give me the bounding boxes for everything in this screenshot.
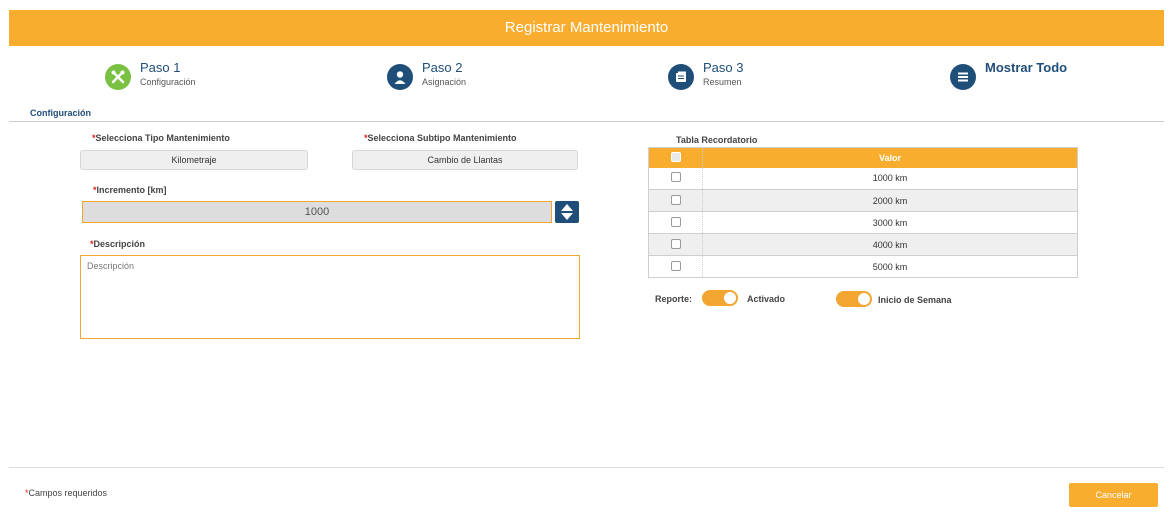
select-all-checkbox[interactable] <box>670 151 681 162</box>
footer-divider <box>9 467 1164 468</box>
cancel-button[interactable]: Cancelar <box>1069 483 1158 507</box>
reporte-label: Reporte: <box>655 294 693 304</box>
subtipo-select[interactable]: Cambio de Llantas <box>352 150 578 170</box>
toggle-knob <box>858 293 870 305</box>
row-checkbox[interactable] <box>670 194 681 205</box>
step-2-subtitle: Asignación <box>422 77 467 87</box>
reporte-toggle[interactable] <box>702 290 738 306</box>
tipo-select[interactable]: Kilometraje <box>80 150 308 170</box>
incremento-label-text: Incremento [km] <box>96 185 167 195</box>
stepper-down-icon[interactable] <box>561 213 573 220</box>
incremento-stepper[interactable] <box>555 201 579 223</box>
tipo-label-text: Selecciona Tipo Mantenimiento <box>95 133 230 143</box>
step-3-title: Paso 3 <box>703 60 744 75</box>
incremento-label: *Incremento [km] <box>93 185 167 195</box>
toggle-knob <box>724 292 736 304</box>
reminder-table: Valor 1000 km 2000 km 3000 km 4000 km 50… <box>648 147 1078 278</box>
step-2[interactable]: Paso 2 Asignación <box>387 60 466 94</box>
table-row[interactable]: 4000 km <box>648 233 1078 256</box>
row-value: 4000 km <box>702 233 1078 256</box>
table-row[interactable]: 5000 km <box>648 255 1078 278</box>
activado-label: Activado <box>747 294 786 304</box>
tipo-label: *Selecciona Tipo Mantenimiento <box>92 133 230 143</box>
section-title: Configuración <box>30 108 91 118</box>
step-2-title: Paso 2 <box>422 60 463 75</box>
section-divider <box>9 121 1164 122</box>
subtipo-label: *Selecciona Subtipo Mantenimiento <box>364 133 517 143</box>
reminder-table-title: Tabla Recordatorio <box>676 135 758 145</box>
descripcion-textarea[interactable]: Descripción <box>80 255 580 339</box>
row-value: 5000 km <box>702 255 1078 278</box>
table-row[interactable]: 3000 km <box>648 211 1078 234</box>
menu-icon <box>950 64 976 90</box>
row-checkbox[interactable] <box>670 172 681 183</box>
inicio-semana-toggle[interactable] <box>836 291 872 307</box>
select-all-cell[interactable] <box>648 147 703 168</box>
row-value: 2000 km <box>702 189 1078 212</box>
table-row[interactable]: 1000 km <box>648 167 1078 190</box>
step-3[interactable]: Paso 3 Resumen <box>668 60 743 94</box>
row-value: 3000 km <box>702 211 1078 234</box>
row-checkbox[interactable] <box>670 216 681 227</box>
column-header-valor: Valor <box>702 147 1078 168</box>
subtipo-label-text: Selecciona Subtipo Mantenimiento <box>367 133 517 143</box>
incremento-input[interactable]: 1000 <box>82 201 552 223</box>
descripcion-label: *Descripción <box>90 239 145 249</box>
required-note-text: Campos requeridos <box>28 488 108 498</box>
inicio-semana-label: Inicio de Semana <box>878 295 952 305</box>
table-row[interactable]: 2000 km <box>648 189 1078 212</box>
descripcion-label-text: Descripción <box>93 239 146 249</box>
step-1-subtitle: Configuración <box>140 77 196 87</box>
tools-icon <box>105 64 131 90</box>
user-icon <box>387 64 413 90</box>
step-1-title: Paso 1 <box>140 60 181 75</box>
step-show-all-title: Mostrar Todo <box>985 60 1068 75</box>
row-value: 1000 km <box>702 167 1078 190</box>
row-checkbox[interactable] <box>670 260 681 271</box>
dialog-title: Registrar Mantenimiento <box>9 10 1164 46</box>
row-checkbox[interactable] <box>670 238 681 249</box>
step-show-all[interactable]: Mostrar Todo <box>950 60 1067 94</box>
step-3-subtitle: Resumen <box>703 77 742 87</box>
step-1[interactable]: Paso 1 Configuración <box>105 60 196 94</box>
required-note: *Campos requeridos <box>25 488 107 498</box>
summary-icon <box>668 64 694 90</box>
stepper-up-icon[interactable] <box>561 204 573 211</box>
